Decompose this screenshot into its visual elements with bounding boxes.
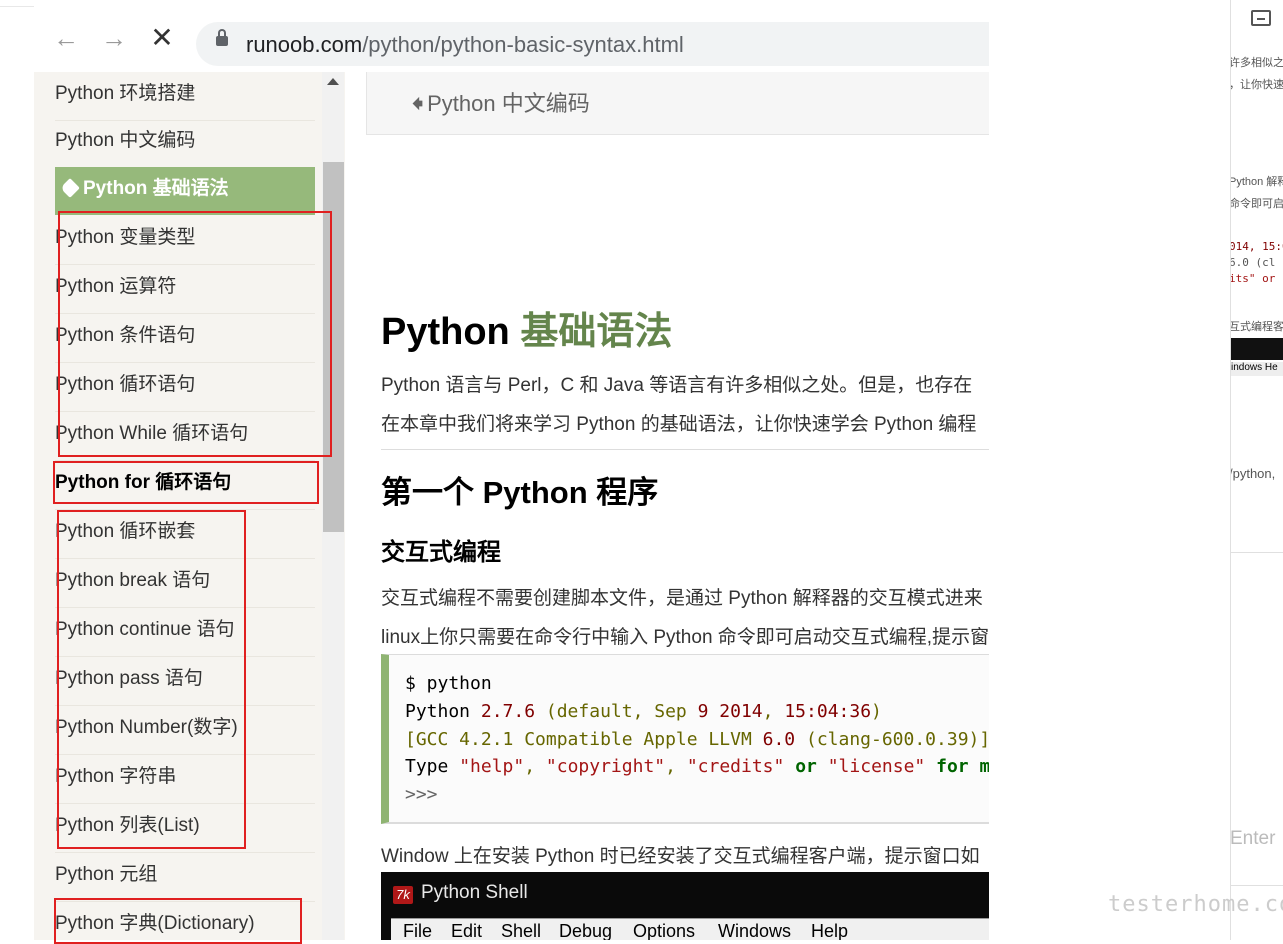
browser-toolbar: ← → ✕ runoob.com/python/python-basic-syn…: [34, 6, 1026, 72]
sidebar-item-label: Python 基础语法: [83, 178, 229, 199]
rp-shell-titlebar: [1231, 338, 1283, 360]
url-path: /python/python-basic-syntax.html: [362, 32, 684, 57]
rp-text-1: 许多相似之: [1230, 57, 1283, 69]
sidebar-item-label: Python 元组: [55, 864, 158, 885]
code-token: or: [784, 756, 828, 777]
code-line-2: Python 2.7.6 (default, Sep 9 2014, 15:04…: [405, 701, 882, 722]
divider: [381, 449, 989, 450]
code-token: 6.0: [762, 729, 796, 750]
window-paragraph: Window 上在安装 Python 时已经安装了交互式编程客户端，提示窗口如: [381, 846, 980, 867]
shell-menu-shell: Shell: [501, 921, 542, 940]
page-title-prefix: Python: [381, 311, 521, 353]
blank-area: [989, 0, 1230, 940]
code-block: $ python Python 2.7.6 (default, Sep 9 20…: [381, 654, 989, 824]
shell-menu-edit: Edit: [451, 921, 483, 940]
code-token: Python: [405, 701, 481, 722]
page-title-highlight: 基础语法: [520, 311, 673, 353]
back-arrow-icon[interactable]: ←: [48, 20, 84, 56]
address-bar[interactable]: runoob.com/python/python-basic-syntax.ht…: [196, 22, 1026, 66]
prev-page-label: Python 中文编码: [427, 91, 590, 116]
secondary-window-pane: 许多相似之 ，让你快速 Python 解释 命令即可启动 014, 15:0 6…: [1230, 0, 1283, 940]
sidebar-item-env-setup[interactable]: Python 环境搭建: [55, 72, 315, 121]
sidebar-item-basic-syntax[interactable]: Python 基础语法: [55, 167, 315, 215]
rp-divider-bottom: [1231, 885, 1283, 886]
page-title: Python 基础语法: [381, 300, 672, 355]
code-line-3: [GCC 4.2.1 Compatible Apple LLVM 6.0 (cl…: [405, 729, 989, 750]
annotation-box-3: [57, 510, 246, 849]
stop-loading-icon[interactable]: ✕: [144, 20, 180, 56]
subsection-heading-interactive: 交互式编程: [381, 539, 501, 566]
code-line-1: $ python: [405, 673, 492, 694]
code-token: ): [871, 701, 882, 722]
code-token: (clang-600.0.39)]: [795, 729, 989, 750]
code-token: 2014: [719, 701, 763, 722]
code-token: "credits": [686, 756, 785, 777]
code-token: "license": [827, 756, 926, 777]
annotation-box-1: [58, 211, 332, 457]
rp-text-3: Python 解释: [1230, 176, 1283, 188]
shell-menu-help: Help: [811, 921, 849, 940]
lock-icon: [216, 29, 228, 46]
code-token: ,: [762, 701, 785, 722]
code-token: 2.7.6: [480, 701, 536, 722]
tk-logo-icon: 7k: [393, 886, 413, 904]
code-token: for mo: [936, 756, 989, 777]
intro-paragraph-1: Python 语言与 Perl，C 和 Java 等语言有许多相似之处。但是，也…: [381, 375, 973, 396]
shell-menu-debug: Debug: [559, 921, 613, 940]
sidebar-item-tuple[interactable]: Python 元组: [55, 853, 315, 902]
shell-menu-file: File: [403, 921, 433, 940]
code-token: [GCC 4.2.1 Compatible Apple LLVM: [405, 729, 763, 750]
rp-text-7: its" or ": [1230, 272, 1283, 285]
shell-title: Python Shell: [421, 882, 528, 903]
scroll-up-arrow-icon[interactable]: [327, 78, 339, 85]
rp-text-4: 命令即可启动: [1230, 198, 1283, 210]
shell-menu-windows: Windows: [718, 921, 792, 940]
url-domain: runoob.com: [246, 32, 363, 57]
folder-icon[interactable]: [1251, 10, 1271, 26]
rp-divider: [1231, 552, 1283, 553]
rp-text-10: /python,: [1230, 466, 1276, 481]
rp-text-6: 6.0 (cl: [1230, 256, 1276, 269]
code-token: 15:04:36: [784, 701, 872, 722]
enter-hint: Enter: [1230, 828, 1276, 849]
prev-nav-bar: 🠸 Python 中文编码: [366, 72, 989, 135]
section-heading-first-program: 第一个 Python 程序: [381, 475, 659, 510]
annotation-box-4: [54, 898, 302, 944]
code-token: (default, Sep: [535, 701, 698, 722]
shell-menu-options: Options: [633, 921, 696, 940]
code-token: "help": [459, 756, 525, 777]
sidebar-item-chinese-encoding[interactable]: Python 中文编码: [55, 119, 315, 168]
interactive-paragraph-1: 交互式编程不需要创建脚本文件，是通过 Python 解释器的交互模式进来: [381, 588, 983, 609]
interactive-paragraph-2: linux上你只需要在命令行中输入 Python 命令即可启动交互式编程,提示窗: [381, 627, 989, 648]
python-shell-screenshot: 7k Python Shell File Edit Shell Debug Op…: [381, 872, 989, 940]
code-token: ,: [665, 756, 687, 777]
code-token: Type: [405, 756, 460, 777]
rp-text-5: 014, 15:0: [1230, 240, 1283, 253]
tag-icon: [60, 178, 80, 198]
rp-text-8: 互式编程客: [1230, 321, 1283, 333]
code-line-4: Type "help", "copyright", "credits" or "…: [405, 756, 989, 777]
forward-arrow-icon[interactable]: →: [96, 20, 132, 56]
code-token: ,: [524, 756, 546, 777]
url-text[interactable]: runoob.com/python/python-basic-syntax.ht…: [246, 32, 684, 58]
annotation-box-2: [53, 461, 319, 504]
sidebar-item-label: Python 中文编码: [55, 130, 196, 151]
code-token: "copyright": [545, 756, 666, 777]
sidebar-item-label: Python 环境搭建: [55, 83, 196, 104]
watermark: testerhome.com: [1108, 892, 1283, 917]
article-content: 🠸 Python 中文编码 Python 基础语法 Python 语言与 Perl…: [345, 72, 989, 940]
shell-menubar: File Edit Shell Debug Options Windows He…: [391, 918, 989, 940]
intro-paragraph-2: 在本章中我们将来学习 Python 的基础语法，让你快速学会 Python 编程: [381, 414, 977, 435]
rp-shell-menu: indows He: [1231, 362, 1283, 376]
rp-text-2: ，让你快速: [1230, 79, 1283, 91]
code-line-5: >>>: [405, 784, 438, 805]
prev-page-link[interactable]: 🠸 Python 中文编码: [412, 86, 590, 125]
code-token: 9: [697, 701, 709, 722]
left-arrow-icon: 🠸: [412, 91, 424, 116]
